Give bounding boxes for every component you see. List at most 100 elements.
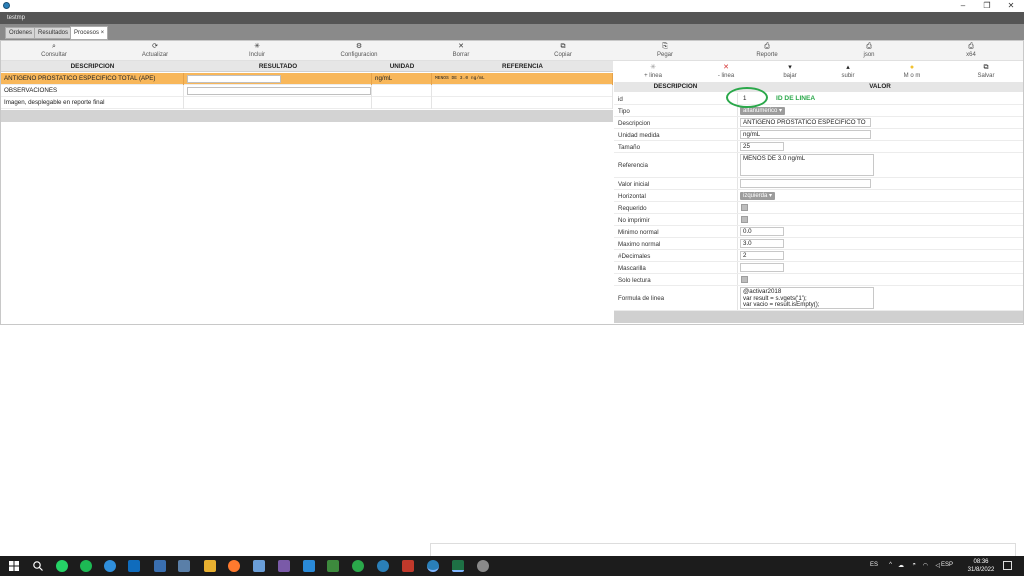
tab-procesos[interactable]: Procesos × <box>70 26 109 40</box>
resultado-input[interactable] <box>187 75 281 83</box>
tab-ordenes[interactable]: Ordenes <box>5 27 37 39</box>
referencia-field[interactable]: MENOS DE 3.0 ng/mL <box>740 154 874 176</box>
app-icon[interactable] <box>477 560 489 572</box>
notepad-icon[interactable] <box>327 560 339 572</box>
property-row-tamano: Tamaño <box>614 141 1023 153</box>
mom-button[interactable]: ● M o m <box>882 63 942 80</box>
mascarilla-field[interactable] <box>740 263 784 272</box>
onedrive-icon[interactable]: ☁ <box>898 562 904 569</box>
file-explorer-icon[interactable] <box>204 560 216 572</box>
clock[interactable]: 08:36 31/8/2022 <box>966 558 996 574</box>
bajar-button[interactable]: ▾ bajar <box>760 63 820 80</box>
notification-icon[interactable] <box>1003 561 1012 570</box>
maximo-normal-field[interactable]: 3.0 <box>740 239 784 248</box>
arrow-down-icon: ▾ <box>788 64 792 71</box>
valor-inicial-field[interactable] <box>740 179 871 188</box>
testmp-app-icon[interactable] <box>427 560 439 572</box>
restore-button[interactable]: ❐ <box>976 0 998 12</box>
property-row-horizontal: Horizontal <box>614 190 1023 202</box>
descripcion-field[interactable]: ANTIGENO PROSTATICO ESPECIFICO TO <box>740 118 871 127</box>
volume-icon[interactable]: ◁ <box>935 562 940 569</box>
clock-time: 08:36 <box>973 559 989 565</box>
no-imprimir-checkbox[interactable] <box>741 216 748 223</box>
header-descripcion: DESCRIPCION <box>653 83 698 90</box>
json-button[interactable]: ⎙ json <box>834 42 904 60</box>
remove-line-icon: ✕ <box>723 64 729 71</box>
header-resultado: RESULTADO <box>258 63 298 70</box>
chevron-up-icon[interactable]: ^ <box>889 562 892 568</box>
close-icon: ✕ <box>458 43 464 50</box>
firefox-icon[interactable] <box>228 560 240 572</box>
edge-icon[interactable] <box>104 560 116 572</box>
configuracion-button[interactable]: ⚙ Configuracion <box>324 42 394 60</box>
app-icon[interactable] <box>278 560 290 572</box>
close-window-button[interactable]: ✕ <box>1000 0 1022 12</box>
whatsapp-icon[interactable] <box>56 560 68 572</box>
network-app-icon[interactable] <box>178 560 190 572</box>
solo-lectura-checkbox[interactable] <box>741 276 748 283</box>
app-icon[interactable] <box>154 560 166 572</box>
consultar-button[interactable]: ⌕ Consultar <box>19 42 89 60</box>
minimo-normal-field[interactable]: 0.0 <box>740 227 784 236</box>
outlook-icon[interactable] <box>128 560 140 572</box>
observaciones-input[interactable] <box>187 87 371 95</box>
main-toolbar: ⌕ Consultar ⟳ Actualizar ✳ Incluir ⚙ Con… <box>1 41 1023 61</box>
table-row[interactable]: Imagen, desplegable en reporte final <box>1 97 613 109</box>
table-row[interactable]: ANTIGENO PROSTATICO ESPECIFICO TOTAL (AP… <box>1 73 613 85</box>
save-icon: ⧉ <box>983 64 989 71</box>
formula-field[interactable]: @activar2018 var result = s.vgets('1'); … <box>740 287 874 309</box>
horizontal-select[interactable]: izquierda ▾ <box>740 192 776 200</box>
add-line-icon: ✳ <box>650 64 656 71</box>
incluir-button[interactable]: ✳ Incluir <box>222 42 292 60</box>
tray-language[interactable]: ES <box>870 562 878 568</box>
tamano-field[interactable]: 25 <box>740 142 784 151</box>
app-icon <box>3 2 10 9</box>
decimales-field[interactable]: 2 <box>740 251 784 260</box>
reporte-button[interactable]: ⎙ Reporte <box>732 42 802 60</box>
winrar-icon[interactable] <box>402 560 414 572</box>
window-titlebar: – ❐ ✕ <box>0 0 1024 12</box>
remove-line-button[interactable]: ✕ - linea <box>696 63 756 80</box>
print-icon: ⎙ <box>968 43 974 50</box>
taskbar: ES ^ ☁ ◓ ◠ ◁ ESP 08:36 31/8/2022 <box>0 556 1024 576</box>
search-icon[interactable] <box>32 560 44 572</box>
requerido-checkbox[interactable] <box>741 204 748 211</box>
pegar-button[interactable]: ⎘ Pegar <box>630 42 700 60</box>
actualizar-button[interactable]: ⟳ Actualizar <box>120 42 190 60</box>
app-icon[interactable] <box>377 560 389 572</box>
left-table-header: DESCRIPCION RESULTADO UNIDAD REFERENCIA <box>1 61 613 72</box>
properties-header: DESCRIPCION VALOR <box>614 82 1023 92</box>
spotify-icon[interactable] <box>80 560 92 572</box>
gear-icon: ⚙ <box>355 43 363 50</box>
tab-resultados[interactable]: Resultados <box>34 27 73 39</box>
windows-start-icon[interactable] <box>8 560 20 572</box>
copiar-button[interactable]: ⧉ Copiar <box>528 42 598 60</box>
property-row-no-imprimir: No imprimir <box>614 214 1023 226</box>
header-unidad: UNIDAD <box>389 63 415 70</box>
app-icon[interactable] <box>352 560 364 572</box>
virtualbox-icon[interactable] <box>253 560 265 572</box>
subir-button[interactable]: ▴ subir <box>818 63 878 80</box>
arrow-up-icon: ▴ <box>846 64 850 71</box>
tipo-select[interactable]: alfanumerico ▾ <box>740 107 786 115</box>
unidad-field[interactable]: ng/mL <box>740 130 871 139</box>
add-line-button[interactable]: ✳ + linea <box>623 63 683 80</box>
borrar-button[interactable]: ✕ Borrar <box>426 42 496 60</box>
properties-footer <box>614 311 1023 323</box>
header-referencia: REFERENCIA <box>502 63 543 70</box>
network-icon[interactable]: ◓ <box>912 562 916 568</box>
app-header-bar: testmp <box>0 12 1024 24</box>
tab-bar: Ordenes Resultados Procesos × <box>0 24 1024 40</box>
wifi-icon[interactable]: ◠ <box>923 562 928 569</box>
property-row-tipo: Tipo <box>614 105 1023 117</box>
salvar-button[interactable]: ⧉ Salvar <box>956 63 1016 80</box>
clock-date: 31/8/2022 <box>967 567 995 573</box>
minimize-button[interactable]: – <box>952 0 974 12</box>
x64-button[interactable]: ⎙ x64 <box>936 42 1006 60</box>
bottom-panel <box>430 543 1016 556</box>
input-language[interactable]: ESP <box>941 562 953 568</box>
excel-icon[interactable] <box>452 560 464 572</box>
teamviewer-icon[interactable] <box>303 560 315 572</box>
property-row-solo-lectura: Solo lectura <box>614 274 1023 286</box>
refresh-icon: ⟳ <box>152 43 158 50</box>
